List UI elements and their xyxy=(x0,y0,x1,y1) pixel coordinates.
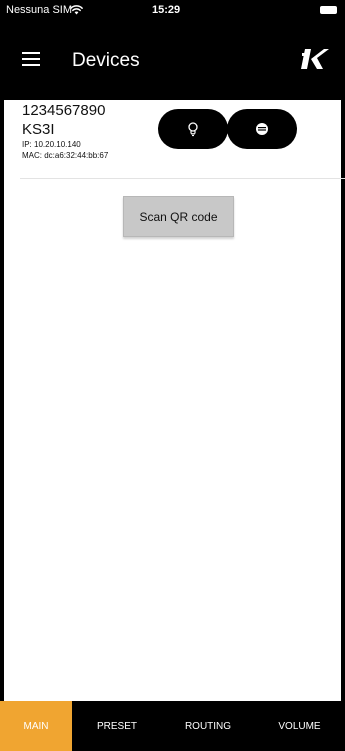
tab-routing[interactable]: ROUTING xyxy=(162,701,254,751)
lightbulb-icon xyxy=(188,122,198,137)
status-time: 15:29 xyxy=(152,4,181,16)
identify-button[interactable] xyxy=(158,109,228,149)
tab-main[interactable]: MAIN xyxy=(0,701,72,751)
wifi-icon xyxy=(70,5,83,15)
scan-qr-button[interactable]: Scan QR code xyxy=(123,196,234,237)
device-serial: 1234567890 xyxy=(22,102,106,119)
carrier-label: Nessuna SIM xyxy=(6,4,73,16)
brand-logo xyxy=(301,49,329,69)
device-list-item[interactable]: 1234567890 KS3I IP: 10.20.10.140 MAC: dc… xyxy=(0,100,345,178)
list-divider xyxy=(20,178,345,179)
device-model: KS3I xyxy=(22,121,55,138)
info-icon xyxy=(256,123,268,135)
tab-preset[interactable]: PRESET xyxy=(72,701,162,751)
page-title: Devices xyxy=(72,50,140,71)
device-ip: IP: 10.20.10.140 xyxy=(22,140,81,149)
battery-icon xyxy=(320,6,337,14)
device-mac: MAC: dc:a6:32:44:bb:67 xyxy=(22,151,109,160)
bottom-tab-bar: MAIN PRESET ROUTING VOLUME xyxy=(0,701,345,751)
tab-volume[interactable]: VOLUME xyxy=(254,701,345,751)
hamburger-menu-icon[interactable] xyxy=(22,52,40,66)
device-info-button[interactable] xyxy=(227,109,297,149)
status-bar: Nessuna SIM 15:29 xyxy=(0,0,345,22)
app-toolbar: Devices xyxy=(0,22,345,100)
